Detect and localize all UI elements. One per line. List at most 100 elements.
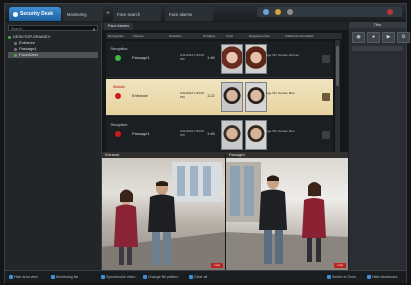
- alarm-icon: [14, 53, 17, 57]
- record-icon[interactable]: ●: [367, 32, 380, 43]
- registered-face-image: [245, 44, 267, 74]
- change-tile-pattern-button[interactable]: Change tile pattern: [143, 274, 178, 280]
- registered-face-image: [245, 82, 267, 112]
- row-action-icon[interactable]: [322, 93, 330, 101]
- row-camera: Passage1: [132, 55, 150, 60]
- video-title: Passage1: [226, 152, 348, 158]
- status-led-icon: [115, 55, 121, 61]
- row-datetime: 2/11/2016 1:56:03 PM: [180, 91, 204, 99]
- button-label: Synchronize video: [106, 275, 136, 279]
- column-header[interactable]: Date/time: [167, 33, 201, 39]
- monitoring-list-button[interactable]: Monitoring list: [51, 274, 78, 280]
- tab-face-search[interactable]: Face search: [113, 7, 161, 21]
- row-action-icon[interactable]: [322, 131, 330, 139]
- row-camera: Passage1: [132, 131, 150, 136]
- clear-all-button[interactable]: Clear all: [189, 274, 207, 280]
- captured-face-image: [221, 82, 243, 112]
- row-similarity: 1:22: [207, 93, 215, 98]
- tab-security-desk[interactable]: Security Desk: [9, 7, 61, 21]
- camera-icon: [14, 47, 17, 51]
- add-tab-icon[interactable]: +: [104, 10, 112, 18]
- row-info: Age 38 | Gender Woman: [266, 53, 300, 57]
- panel-toolbar: ◉ ● ▶ ⚙: [352, 32, 410, 43]
- list-tabs: Face Alarms: [102, 22, 348, 30]
- table-row[interactable]: Recognition Passage1 2/11/2016 1:56:03 P…: [106, 117, 333, 154]
- row-similarity: 1:46: [207, 55, 215, 60]
- list-icon: [51, 275, 55, 279]
- filter-icon[interactable]: ▼: [92, 27, 96, 33]
- video-title: Entrance: [102, 152, 225, 158]
- dashboard-icon: [367, 275, 371, 279]
- tile-pattern-icon: [143, 275, 147, 279]
- row-camera: Entrance: [132, 93, 149, 98]
- tab-face-alarms-list[interactable]: Face Alarms: [104, 23, 134, 30]
- notification-icon[interactable]: [263, 9, 269, 15]
- row-similarity: 1:46: [207, 131, 215, 136]
- button-label: Hide area view: [14, 275, 38, 279]
- table-row[interactable]: Recognition Passage1 2/11/2016 1:56:03 P…: [106, 41, 333, 78]
- row-datetime: 2/11/2016 1:56:03 PM: [180, 129, 204, 137]
- video-tile-entrance[interactable]: Entrance Live: [102, 152, 225, 270]
- close-icon[interactable]: [387, 9, 393, 15]
- area-view-icon: [9, 275, 13, 279]
- dashboard-panel: Tiles ◉ ● ▶ ⚙: [349, 22, 410, 270]
- area-view: Search ▼ DESKTOP-5RA/DEV Entrance Passag…: [5, 22, 102, 270]
- camera-icon: [14, 41, 17, 45]
- tab-bar: Security Desk Monitoring Face search Fac…: [5, 4, 406, 22]
- column-header[interactable]: Tools: [224, 33, 247, 39]
- shield-icon: [13, 11, 18, 17]
- table-header: Recognition Camera Date/time Similarity …: [106, 33, 342, 39]
- tab-label: Face alarms: [169, 11, 193, 17]
- video-tile-passage1[interactable]: Passage1 Live: [226, 152, 348, 270]
- button-label: Hide dashboard: [372, 275, 398, 279]
- status-led-icon: [115, 131, 121, 137]
- notification-tray: [257, 7, 402, 17]
- tab-monitoring[interactable]: Monitoring: [63, 7, 103, 21]
- tools-icon: [327, 275, 331, 279]
- list-scrollbar[interactable]: [335, 40, 340, 152]
- column-header[interactable]: Camera: [131, 33, 167, 39]
- tab-label: Face search: [117, 11, 141, 17]
- live-badge: Live: [211, 263, 223, 268]
- column-header[interactable]: Registered face: [247, 33, 283, 39]
- tree-item-label: FaceAlarm: [19, 52, 39, 57]
- scrollbar-thumb[interactable]: [336, 46, 339, 86]
- settings-icon[interactable]: ⚙: [397, 32, 410, 43]
- tab-face-alarms[interactable]: Face alarms: [165, 7, 213, 21]
- alarm-icon[interactable]: [275, 9, 281, 15]
- table-row-alert[interactable]: Blacklist Entrance 2/11/2016 1:56:03 PM …: [106, 79, 333, 116]
- button-label: Monitoring list: [56, 275, 79, 279]
- tree-item-facealarm[interactable]: FaceAlarm: [8, 52, 98, 58]
- switch-to-tools-button[interactable]: Switch to Tools: [327, 274, 356, 280]
- search-placeholder: Search: [11, 27, 23, 31]
- row-status: Recognition: [110, 47, 128, 51]
- hide-area-view-button[interactable]: Hide area view: [9, 274, 38, 280]
- server-icon: [8, 35, 11, 39]
- status-led-icon: [115, 93, 121, 99]
- row-datetime: 2/11/2016 1:56:03 PM: [180, 53, 204, 61]
- bottom-toolbar: Hide area view Monitoring list Synchroni…: [5, 270, 406, 283]
- camera-icon[interactable]: ◉: [352, 32, 365, 43]
- main-panel: Face Alarms Recognition Camera Date/time…: [102, 22, 348, 270]
- sync-icon: [101, 275, 105, 279]
- column-header[interactable]: Recognition: [106, 33, 131, 39]
- tab-label: Monitoring: [67, 11, 87, 17]
- captured-face-image: [221, 120, 243, 150]
- panel-subbar: [352, 46, 403, 51]
- video-frame-passage1: [226, 162, 348, 270]
- clear-icon: [189, 275, 193, 279]
- play-icon[interactable]: ▶: [382, 32, 395, 43]
- row-action-icon[interactable]: [322, 55, 330, 63]
- synchronize-video-button[interactable]: Synchronize video: [101, 274, 135, 280]
- column-header[interactable]: Similarity: [201, 33, 224, 39]
- row-status: Recognition: [110, 123, 128, 127]
- user-icon[interactable]: [287, 9, 293, 15]
- live-badge: Live: [334, 263, 346, 268]
- row-info: Age 35 | Gender Man: [266, 91, 295, 95]
- button-label: Switch to Tools: [332, 275, 356, 279]
- column-header[interactable]: Additional information: [283, 33, 342, 39]
- search-input[interactable]: Search ▼: [8, 25, 98, 33]
- tab-label: Security Desk: [20, 11, 54, 17]
- hide-dashboard-button[interactable]: Hide dashboard: [367, 274, 397, 280]
- entity-tree: DESKTOP-5RA/DEV Entrance Passage1 FaceAl…: [8, 34, 98, 58]
